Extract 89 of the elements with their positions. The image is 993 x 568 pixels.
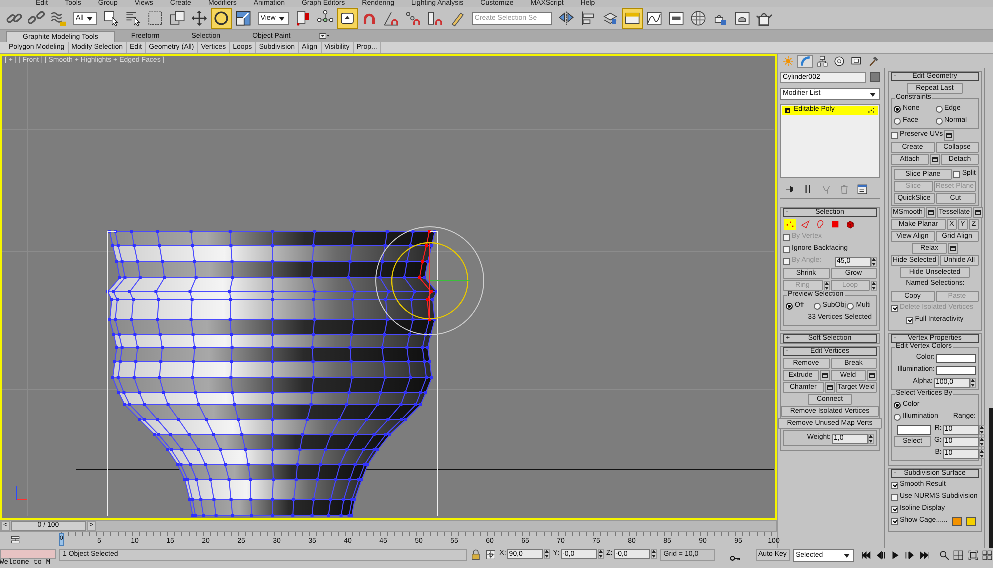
viewport-navigation-button[interactable] <box>982 549 993 561</box>
sun-icon <box>782 56 794 67</box>
rotate-gizmo-drawing[interactable] <box>376 226 484 336</box>
spinner-arrows[interactable] <box>868 434 874 444</box>
bend-arc-icon <box>800 56 810 67</box>
pin-icon <box>784 184 796 194</box>
toolbar-button[interactable] <box>622 8 643 28</box>
skip-start-icon <box>861 550 872 560</box>
dots-magnet-icon <box>404 10 422 26</box>
loop-outline-icon <box>816 220 824 229</box>
curve-graph-icon <box>646 10 663 26</box>
viewport-navigation-button[interactable] <box>938 549 950 561</box>
overlapping-squares-icon <box>168 10 186 26</box>
triangle-outline-icon <box>800 220 810 229</box>
expand-box-icon <box>785 108 791 114</box>
playback-button[interactable] <box>876 549 887 561</box>
spinner-arrows[interactable] <box>970 378 976 388</box>
panel-tab[interactable] <box>814 55 830 68</box>
zoom-icon <box>938 550 950 560</box>
monitor-icon <box>850 56 862 67</box>
toolbar-button[interactable] <box>336 8 358 28</box>
settings-button[interactable] <box>926 207 936 218</box>
dropdown-arrow-icon <box>319 30 330 42</box>
subobject-button[interactable] <box>799 219 811 230</box>
axis-tripod-icon <box>16 486 28 500</box>
disc-icon <box>834 56 844 67</box>
crosshair-box-icon <box>484 549 497 561</box>
trash-can-icon <box>838 184 850 194</box>
scale-icon <box>234 10 252 26</box>
subobject-button[interactable] <box>844 219 856 230</box>
stack-tool-button[interactable] <box>856 183 868 195</box>
spinner-arrows[interactable] <box>871 280 877 290</box>
step-forward-icon <box>904 550 916 560</box>
angle-magnet-icon <box>382 10 400 26</box>
spinner-arrows[interactable] <box>824 280 830 290</box>
dashed-rectangle-icon <box>146 10 164 26</box>
wave-icon <box>50 10 67 26</box>
step-back-icon <box>876 550 887 560</box>
settings-button[interactable] <box>973 207 984 218</box>
schematic-icon <box>668 10 685 26</box>
settings-button[interactable] <box>930 154 940 165</box>
color-swatch[interactable] <box>936 354 976 363</box>
color-swatch[interactable] <box>966 517 976 526</box>
zoom-extents-all-icon <box>982 550 993 560</box>
vertex-dots-icon <box>868 107 875 114</box>
scrollbar[interactable] <box>989 408 993 548</box>
playback-button[interactable] <box>861 549 872 561</box>
spinner-arrows[interactable] <box>871 256 877 266</box>
spinner-arrows[interactable] <box>650 549 657 559</box>
zoom-extents-icon <box>968 550 979 560</box>
prongs-icon <box>820 184 832 194</box>
settings-button[interactable] <box>867 370 877 381</box>
settings-button[interactable] <box>948 243 958 254</box>
toolbar-button[interactable] <box>210 8 232 28</box>
padlock-icon <box>470 549 482 561</box>
pivot-icon <box>294 10 312 26</box>
color-swatch[interactable] <box>936 366 976 375</box>
spinner-arrows[interactable] <box>544 549 550 559</box>
list-cursor-icon <box>124 10 142 26</box>
viewport-navigation-button[interactable] <box>953 549 964 561</box>
subobject-button[interactable] <box>784 219 796 230</box>
playback-button[interactable] <box>918 549 930 561</box>
object-color-swatch[interactable] <box>870 72 880 82</box>
zoom-all-icon <box>953 550 964 560</box>
settings-button[interactable] <box>944 130 954 141</box>
playback-button[interactable] <box>904 549 916 561</box>
cube-icon <box>846 220 854 229</box>
spinner-arrows[interactable] <box>598 549 604 559</box>
cursor-box-icon <box>102 10 120 26</box>
spinner-magnet-icon <box>426 10 444 26</box>
hierarchy-icon <box>816 56 828 67</box>
broken-chain-icon <box>28 10 45 26</box>
script-listener-field[interactable] <box>0 549 56 559</box>
skip-end-icon <box>918 550 930 560</box>
hammer-icon <box>868 56 878 67</box>
settings-button[interactable] <box>820 370 830 381</box>
color-swatch[interactable] <box>952 517 962 526</box>
checker-sphere-icon <box>690 10 707 26</box>
viewport-navigation-button[interactable] <box>967 549 979 561</box>
settings-button[interactable] <box>824 382 835 393</box>
move-arrows-icon <box>190 10 208 26</box>
frame-window-icon <box>734 10 751 26</box>
color-swatch[interactable] <box>897 424 932 434</box>
square-icon <box>830 220 840 229</box>
mirror-icon <box>558 10 575 26</box>
configure-list-icon <box>856 184 868 194</box>
rotate-icon <box>212 10 230 26</box>
vertex-dots-icon <box>786 220 794 229</box>
align-icon <box>580 10 597 26</box>
